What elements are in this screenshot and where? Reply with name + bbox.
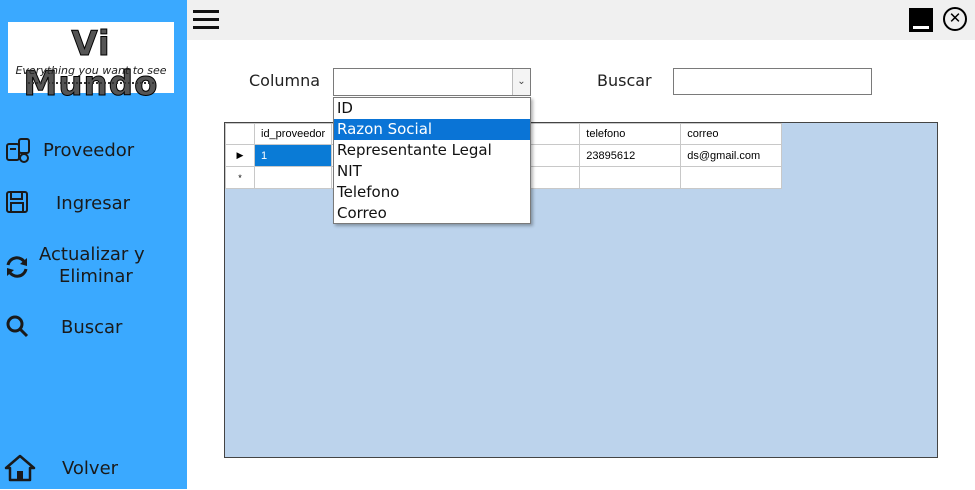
- sidebar-item-volver[interactable]: Volver: [0, 446, 187, 490]
- table-cell[interactable]: 23895612: [579, 144, 682, 167]
- title-bar: ✕: [187, 0, 975, 40]
- sidebar-item-label: Ingresar: [56, 193, 131, 214]
- sidebar-item-proveedor[interactable]: Proveedor: [0, 130, 187, 174]
- close-icon[interactable]: ✕: [943, 7, 967, 31]
- logo: Vi Mundo Everything you want to see: [8, 22, 174, 105]
- search-label: Buscar: [597, 71, 652, 90]
- hamburger-menu-icon[interactable]: [193, 10, 219, 32]
- column-header[interactable]: correo: [680, 123, 783, 145]
- sidebar-item-label: Actualizar y: [39, 244, 145, 265]
- sidebar: Vi Mundo Everything you want to see Prov…: [0, 0, 187, 489]
- row-indicator[interactable]: ▶: [225, 144, 255, 167]
- search-input[interactable]: [673, 68, 872, 95]
- sidebar-item-label: Volver: [62, 458, 119, 479]
- sidebar-item-buscar[interactable]: Buscar: [0, 306, 187, 350]
- refresh-icon: [6, 256, 28, 278]
- dropdown-option[interactable]: NIT: [334, 161, 530, 182]
- logo-divider: [28, 82, 154, 84]
- suppliers-icon: [6, 138, 30, 163]
- sidebar-item-label: Proveedor: [43, 140, 135, 161]
- save-icon: [6, 191, 28, 213]
- column-label: Columna: [249, 71, 321, 90]
- column-header[interactable]: id_proveedor: [253, 123, 333, 145]
- sidebar-item-label: Buscar: [61, 317, 123, 338]
- chevron-down-icon[interactable]: ⌄: [512, 69, 530, 95]
- sidebar-item-ingresar[interactable]: Ingresar: [0, 182, 187, 226]
- dropdown-option-highlighted[interactable]: Razon Social: [334, 119, 530, 140]
- table-cell[interactable]: [253, 166, 333, 189]
- sidebar-item-label-line2: Eliminar: [59, 266, 133, 287]
- data-grid[interactable]: id_proveedor e_lega nit telefono correo …: [224, 122, 938, 458]
- column-dropdown-list[interactable]: ID Razon Social Representante Legal NIT …: [333, 97, 531, 224]
- dropdown-option[interactable]: ID: [334, 98, 530, 119]
- table-cell[interactable]: [680, 166, 783, 189]
- home-icon: [4, 454, 36, 482]
- dropdown-option[interactable]: Telefono: [334, 182, 530, 203]
- minimize-icon[interactable]: [909, 8, 933, 32]
- dropdown-option[interactable]: Correo: [334, 203, 530, 224]
- column-select[interactable]: ⌄: [333, 68, 531, 96]
- table-cell[interactable]: [579, 166, 682, 189]
- sidebar-item-actualizar[interactable]: Actualizar y Eliminar: [0, 242, 187, 292]
- table-cell[interactable]: ds@gmail.com: [680, 144, 783, 167]
- logo-tagline: Everything you want to see: [15, 64, 167, 77]
- dropdown-option[interactable]: Representante Legal: [334, 140, 530, 161]
- new-row-indicator[interactable]: *: [225, 166, 255, 189]
- column-header[interactable]: telefono: [579, 123, 682, 145]
- grid-corner: [225, 123, 255, 145]
- table-cell[interactable]: 1: [253, 144, 333, 167]
- search-icon: [6, 315, 29, 338]
